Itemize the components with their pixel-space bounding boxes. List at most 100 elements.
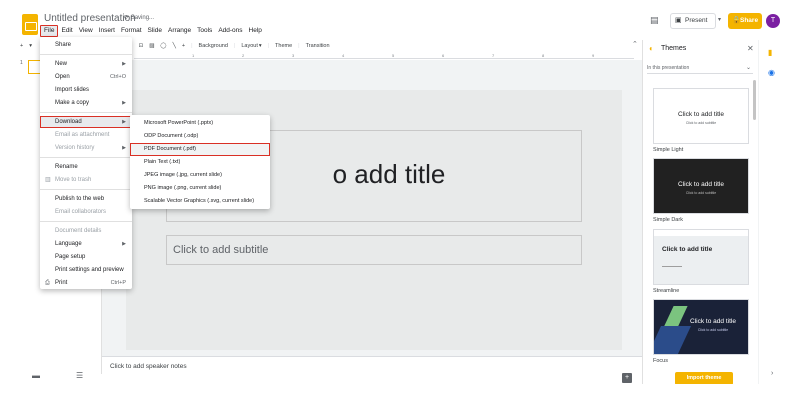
grid-view-icon[interactable]: ☰ <box>76 371 83 380</box>
print-icon: ⎙ <box>45 280 50 286</box>
menu-item-share[interactable]: Share <box>40 39 132 51</box>
menu-item-new[interactable]: New ▶ <box>40 58 132 70</box>
theme-label: Streamline <box>653 288 680 294</box>
explore-plus-icon[interactable]: + <box>622 373 632 383</box>
speaker-notes[interactable]: Click to add speaker notes + <box>102 356 642 384</box>
streamline-rule <box>662 266 682 267</box>
theme-card-streamline[interactable]: Click to add title <box>653 229 749 285</box>
menu-item-print-settings[interactable]: Print settings and preview <box>40 264 132 276</box>
menu-item-email-attachment: Email as attachment <box>55 132 110 138</box>
image-icon[interactable]: ▨ <box>149 43 154 49</box>
new-slide-chevron-icon[interactable]: ▾ <box>29 43 32 49</box>
download-pdf[interactable]: PDF Document (.pdf) <box>130 143 270 156</box>
theme-label: Focus <box>653 358 668 364</box>
menu-slide[interactable]: Slide <box>145 25 165 37</box>
palette-icon: ◐ <box>649 44 654 53</box>
sync-icon: ⟳ <box>124 15 130 21</box>
themes-filter-value: In this presentation <box>647 65 690 71</box>
toolbar-divider: | <box>191 43 193 49</box>
menu-item-download[interactable]: Download ▶ <box>40 116 132 128</box>
submenu-arrow-icon: ▶ <box>122 145 126 151</box>
menu-format[interactable]: Format <box>118 25 145 37</box>
submenu-arrow-icon: ▶ <box>122 100 126 106</box>
menu-arrange[interactable]: Arrange <box>165 25 194 37</box>
themes-header: ◐ Themes ✕ <box>643 40 759 60</box>
theme-button[interactable]: Theme <box>275 43 292 49</box>
menu-item-rename[interactable]: Rename <box>40 161 132 173</box>
submenu-arrow-icon: ▶ <box>122 119 126 125</box>
transition-button[interactable]: Transition <box>306 43 330 49</box>
download-jpg[interactable]: JPEG image (.jpg, current slide) <box>130 169 270 182</box>
ruler-mark: 2 <box>242 53 245 58</box>
slides-app: Untitled presentation ⟳ Saving... File E… <box>14 8 786 384</box>
collapse-toolbar-chevron-up-icon[interactable]: ⌃ <box>632 40 638 48</box>
theme-card-focus[interactable]: Click to add title Click to add subtitle <box>653 299 749 355</box>
layout-chevron-icon: ▾ <box>258 43 262 49</box>
ruler-mark: 8 <box>542 53 545 58</box>
toolbar-divider: | <box>267 43 270 49</box>
import-theme-button[interactable]: Import theme <box>675 372 733 384</box>
themes-filter-select[interactable]: In this presentation ⌄ <box>647 62 753 74</box>
comments-icon[interactable]: ▤ <box>650 15 659 26</box>
view-switcher: ▬ ☰ <box>14 368 102 384</box>
download-png[interactable]: PNG image (.png, current slide) <box>130 182 270 195</box>
save-status: ⟳ Saving... <box>124 14 154 21</box>
menu-item-move-to-trash: ▥ Move to trash <box>40 174 132 186</box>
background-button[interactable]: Background <box>199 43 228 49</box>
download-txt[interactable]: Plain Text (.txt) <box>130 156 270 169</box>
new-slide-icon[interactable]: + <box>20 43 23 49</box>
menu-help[interactable]: Help <box>246 25 265 37</box>
menu-item-make-copy[interactable]: Make a copy ▶ <box>40 97 132 109</box>
speaker-notes-placeholder: Click to add speaker notes <box>110 363 187 370</box>
present-button[interactable]: ▣ Present <box>670 13 716 29</box>
streamline-band <box>654 230 748 236</box>
menu-separator <box>40 221 132 222</box>
file-menu: Share New ▶ Open Ctrl+O Import slides Make… <box>40 37 132 289</box>
layout-button[interactable]: Layout <box>241 43 258 49</box>
menu-edit[interactable]: Edit <box>58 25 75 37</box>
expand-panel-chevron-icon[interactable]: › <box>771 370 773 377</box>
avatar[interactable]: T <box>766 14 780 28</box>
shape-icon[interactable]: ◯ <box>160 43 166 49</box>
menu-addons[interactable]: Add-ons <box>215 25 245 37</box>
menu-file[interactable]: File <box>40 25 59 37</box>
theme-label: Simple Light <box>653 147 684 153</box>
menu-item-page-setup[interactable]: Page setup <box>40 251 132 263</box>
theme-card-title: Click to add title <box>662 246 713 253</box>
present-options-chevron-icon[interactable]: ▾ <box>718 16 721 23</box>
menu-item-publish[interactable]: Publish to the web <box>40 193 132 205</box>
menu-item-open[interactable]: Open Ctrl+O <box>40 71 132 83</box>
present-icon: ▣ <box>675 17 682 24</box>
ruler-mark: 5 <box>392 53 395 58</box>
theme-card-simple-dark[interactable]: Click to add title Click to add subtitle <box>653 158 749 214</box>
tasks-icon[interactable]: ◉ <box>768 68 775 77</box>
keep-icon[interactable]: ▮ <box>768 48 772 57</box>
comment-add-icon[interactable]: + <box>182 43 185 49</box>
chevron-down-icon: ⌄ <box>745 65 751 71</box>
document-title[interactable]: Untitled presentation <box>44 13 136 24</box>
filmstrip-view-icon[interactable]: ▬ <box>32 371 40 380</box>
ruler-mark: 3 <box>292 53 295 58</box>
menu-item-document-details: Document details <box>55 228 102 234</box>
menu-insert[interactable]: Insert <box>96 25 118 37</box>
share-button[interactable]: 🔒 Share <box>728 13 762 29</box>
theme-card-simple-light[interactable]: Click to add title Click to add subtitle <box>653 88 749 144</box>
themes-scrollbar[interactable] <box>753 80 756 120</box>
download-svg[interactable]: Scalable Vector Graphics (.svg, current … <box>130 195 270 208</box>
download-odp[interactable]: ODP Document (.odp) <box>130 130 270 143</box>
menu-tools[interactable]: Tools <box>194 25 215 37</box>
toolbar-divider: | <box>298 43 300 49</box>
download-pptx[interactable]: Microsoft PowerPoint (.pptx) <box>130 117 270 130</box>
subtitle-placeholder[interactable]: Click to add subtitle <box>166 235 582 265</box>
menu-item-print[interactable]: ⎙ Print Ctrl+P <box>40 277 132 289</box>
menu-view[interactable]: View <box>76 25 96 37</box>
lock-icon: 🔒 <box>732 17 741 24</box>
line-icon[interactable]: ╲ <box>173 43 176 49</box>
menu-item-import-slides[interactable]: Import slides <box>40 84 132 96</box>
menu-item-language[interactable]: Language ▶ <box>40 238 132 250</box>
slides-logo-icon[interactable] <box>22 14 38 35</box>
close-icon[interactable]: ✕ <box>747 44 754 53</box>
menu-separator <box>40 112 132 113</box>
menu-item-email-collaborators: Email collaborators <box>55 209 107 215</box>
text-box-icon[interactable]: ⊡ <box>139 43 144 49</box>
